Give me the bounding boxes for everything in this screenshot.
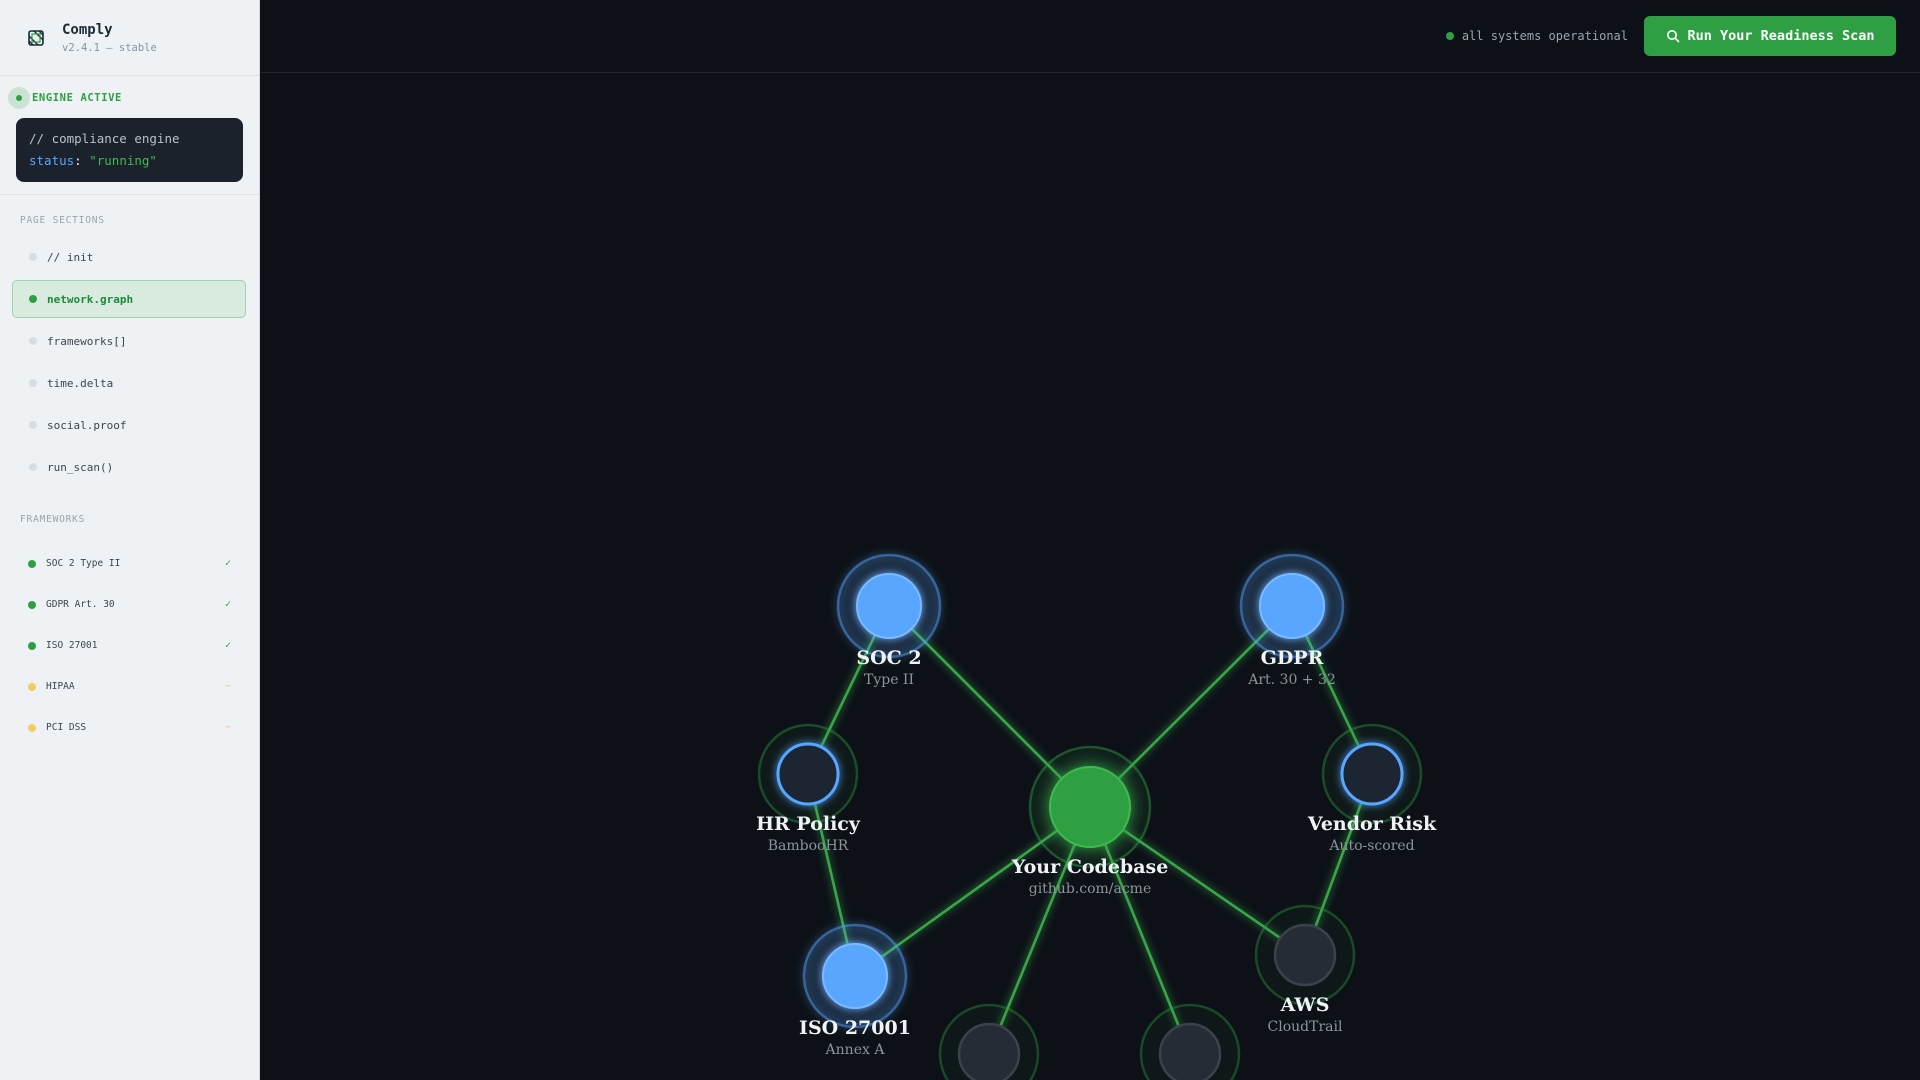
- nav-item[interactable]: frameworks[]: [12, 322, 246, 360]
- graph-node-bl[interactable]: [938, 1003, 1040, 1080]
- node-title: Your Codebase: [1011, 856, 1169, 878]
- graph-node-soc2[interactable]: [836, 553, 942, 659]
- bullet-icon: [29, 337, 37, 345]
- node-subtitle: Type II: [863, 672, 915, 688]
- graph-node-label: HR Policy BambooHR: [756, 813, 860, 857]
- engine-code-card: // compliance engine status: "running": [16, 118, 243, 182]
- graph-node-gdpr[interactable]: [1239, 553, 1345, 659]
- brand-version: v2.4.1 — stable: [62, 41, 157, 54]
- network-graph-canvas: [757, 553, 1423, 1080]
- bullet-icon: [29, 295, 37, 303]
- code-status-line: status: "running": [29, 153, 157, 168]
- framework-status-mark: ~: [224, 722, 231, 733]
- node-title: ISO 27001: [799, 1017, 911, 1039]
- nav-item-label: network.graph: [47, 292, 134, 306]
- framework-item[interactable]: GDPR Art. 30 ✓: [0, 584, 259, 625]
- node-subtitle: Auto-scored: [1329, 838, 1415, 854]
- status-dot-icon: [28, 641, 36, 650]
- nav-item-label: run_scan(): [47, 460, 114, 474]
- framework-item[interactable]: SOC 2 Type II ✓: [0, 543, 259, 584]
- node-subtitle: Art. 30 + 32: [1248, 672, 1336, 688]
- status-dot-icon: [28, 559, 36, 568]
- graph-node-label: SOC 2 Type II: [856, 647, 921, 691]
- search-icon: [1666, 30, 1679, 43]
- code-key: status: [29, 153, 75, 168]
- status-dot-icon: [28, 600, 36, 609]
- node-subtitle: BambooHR: [767, 838, 849, 854]
- nav-item[interactable]: time.delta: [12, 364, 246, 402]
- framework-item[interactable]: HIPAA ~: [0, 666, 259, 707]
- framework-item[interactable]: PCI DSS ~: [0, 707, 259, 748]
- framework-status-mark: ~: [224, 681, 231, 692]
- bullet-icon: [29, 379, 37, 387]
- nav-item[interactable]: social.proof: [12, 406, 246, 444]
- code-comment: // compliance engine: [29, 131, 180, 146]
- nav-item-label: frameworks[]: [47, 334, 127, 348]
- graph-node-aws[interactable]: [1254, 904, 1356, 1006]
- node-title: SOC 2: [856, 647, 922, 669]
- system-status-text: all systems operational: [1461, 29, 1628, 43]
- graph-node-label: AWS CloudTrail: [1268, 994, 1343, 1038]
- graph-node-hr[interactable]: [757, 723, 859, 825]
- nav-item[interactable]: // init: [12, 238, 246, 276]
- node-subtitle: CloudTrail: [1267, 1019, 1343, 1035]
- nav-item-label: // init: [47, 250, 94, 264]
- engine-panel: ENGINE ACTIVE // compliance engine statu…: [0, 76, 259, 195]
- nav-list: // init network.graph frameworks[] time.del…: [0, 238, 259, 486]
- brand-name: Comply: [62, 21, 113, 38]
- framework-label: PCI DSS: [46, 722, 87, 733]
- top-bar: all systems operational Run Your Readine…: [261, 0, 1920, 73]
- frameworks-title: FRAMEWORKS: [20, 514, 86, 525]
- frameworks-list: SOC 2 Type II ✓ GDPR Art. 30 ✓ ISO 27001 ✓ HIP…: [0, 543, 259, 748]
- framework-label: ISO 27001: [46, 640, 98, 651]
- frameworks-section: FRAMEWORKS SOC 2 Type II ✓ GDPR Art. 30 ✓ IS…: [0, 490, 259, 748]
- graph-node-label: GDPR Art. 30 + 32: [1248, 647, 1336, 691]
- framework-label: SOC 2 Type II: [46, 558, 121, 569]
- graph-node-vendor[interactable]: [1321, 723, 1423, 825]
- nav-item-label: time.delta: [47, 376, 114, 390]
- graph-node-codebase[interactable]: [1028, 745, 1152, 869]
- nav-item[interactable]: run_scan(): [12, 448, 246, 486]
- graph-node-label: Vendor Risk Auto-scored: [1308, 813, 1436, 857]
- code-value: "running": [89, 153, 157, 168]
- node-title: Vendor Risk: [1307, 813, 1437, 835]
- graph-node-iso[interactable]: [802, 923, 908, 1029]
- network-graph: Your Codebase github.com/acme SOC 2 Type II…: [261, 74, 1920, 1080]
- framework-status-mark: ✓: [224, 599, 231, 610]
- status-dot-icon: [28, 682, 36, 691]
- node-title: GDPR: [1260, 647, 1324, 669]
- graph-node-label: ISO 27001 Annex A: [799, 1017, 911, 1061]
- graph-node-label: Your Codebase github.com/acme: [1012, 856, 1169, 900]
- bullet-icon: [29, 253, 37, 261]
- logo-icon: [26, 28, 46, 48]
- status-dot-icon: [1445, 32, 1454, 40]
- run-scan-button[interactable]: Run Your Readiness Scan: [1644, 16, 1896, 56]
- status-dot-icon: [28, 723, 36, 732]
- bullet-icon: [29, 463, 37, 471]
- node-subtitle: Annex A: [825, 1042, 885, 1058]
- node-title: AWS: [1280, 994, 1330, 1016]
- brand-header: Comply v2.4.1 — stable: [0, 0, 259, 76]
- bullet-icon: [29, 421, 37, 429]
- nav-item[interactable]: network.graph: [12, 280, 246, 318]
- status-dot-icon: [8, 87, 30, 109]
- framework-status-mark: ✓: [224, 558, 231, 569]
- framework-item[interactable]: ISO 27001 ✓: [0, 625, 259, 666]
- engine-status: ENGINE ACTIVE: [8, 86, 243, 110]
- sidebar: Comply v2.4.1 — stable ENGINE ACTIVE // …: [0, 0, 260, 1080]
- nav-item-label: social.proof: [47, 418, 127, 432]
- graph-node-br[interactable]: [1139, 1003, 1241, 1080]
- framework-label: HIPAA: [46, 681, 75, 692]
- node-subtitle: github.com/acme: [1028, 881, 1152, 897]
- run-scan-label: Run Your Readiness Scan: [1687, 28, 1875, 44]
- page-sections-nav: PAGE SECTIONS // init network.graph framew…: [0, 195, 259, 486]
- node-title: HR Policy: [756, 813, 860, 835]
- framework-label: GDPR Art. 30: [46, 599, 115, 610]
- framework-status-mark: ✓: [224, 640, 231, 651]
- system-status: all systems operational: [1445, 29, 1628, 43]
- page-sections-title: PAGE SECTIONS: [20, 215, 105, 226]
- engine-status-label: ENGINE ACTIVE: [32, 92, 122, 104]
